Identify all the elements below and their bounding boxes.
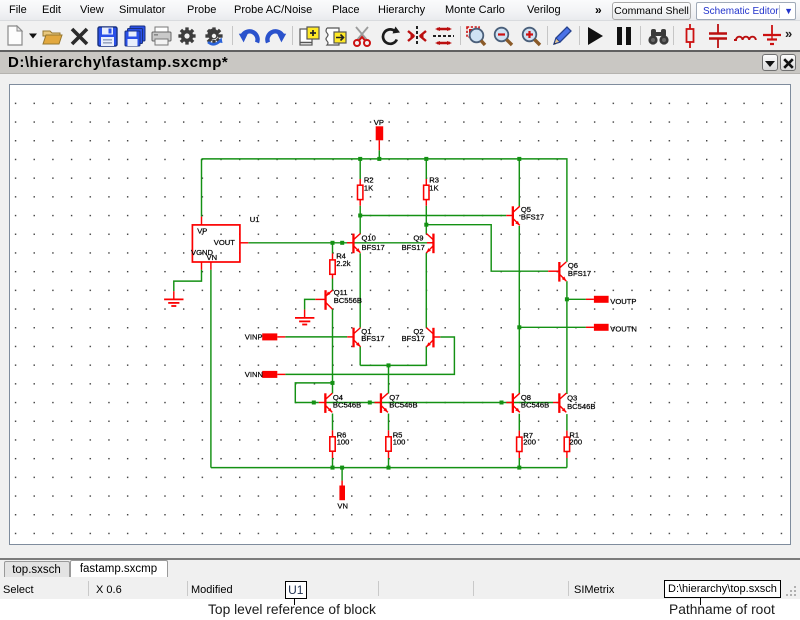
svg-text:VP: VP bbox=[197, 227, 207, 236]
svg-text:BFS17: BFS17 bbox=[402, 243, 425, 252]
svg-text:100: 100 bbox=[337, 437, 350, 446]
svg-text:VOUTN: VOUTN bbox=[610, 324, 637, 333]
svg-text:VINN: VINN bbox=[245, 370, 263, 379]
svg-text:VOUTP: VOUTP bbox=[610, 297, 636, 306]
svg-text:200: 200 bbox=[569, 437, 582, 446]
svg-text:2.2k: 2.2k bbox=[336, 259, 351, 268]
svg-text:200: 200 bbox=[523, 437, 536, 446]
svg-text:BFS17: BFS17 bbox=[362, 243, 385, 252]
svg-text:BFS17: BFS17 bbox=[521, 213, 544, 222]
svg-text:U1: U1 bbox=[250, 215, 260, 224]
svg-text:BC546B: BC546B bbox=[567, 402, 595, 411]
svg-text:BC556B: BC556B bbox=[334, 296, 362, 305]
svg-text:BC546B: BC546B bbox=[333, 401, 361, 410]
svg-text:VOUT: VOUT bbox=[214, 238, 235, 247]
svg-text:1K: 1K bbox=[429, 184, 438, 193]
svg-text:1K: 1K bbox=[364, 184, 373, 193]
svg-text:BC546B: BC546B bbox=[521, 401, 549, 410]
svg-text:VINP: VINP bbox=[245, 333, 263, 342]
svg-text:100: 100 bbox=[393, 437, 406, 446]
svg-text:BFS17: BFS17 bbox=[402, 334, 425, 343]
svg-text:VN: VN bbox=[207, 253, 218, 262]
svg-text:Q10: Q10 bbox=[362, 233, 376, 242]
svg-text:BFS17: BFS17 bbox=[361, 334, 384, 343]
svg-text:VN: VN bbox=[337, 502, 348, 511]
svg-text:BC546B: BC546B bbox=[389, 401, 417, 410]
svg-text:Q9: Q9 bbox=[413, 233, 423, 242]
svg-text:BFS17: BFS17 bbox=[568, 269, 591, 278]
svg-text:VP: VP bbox=[374, 118, 384, 127]
